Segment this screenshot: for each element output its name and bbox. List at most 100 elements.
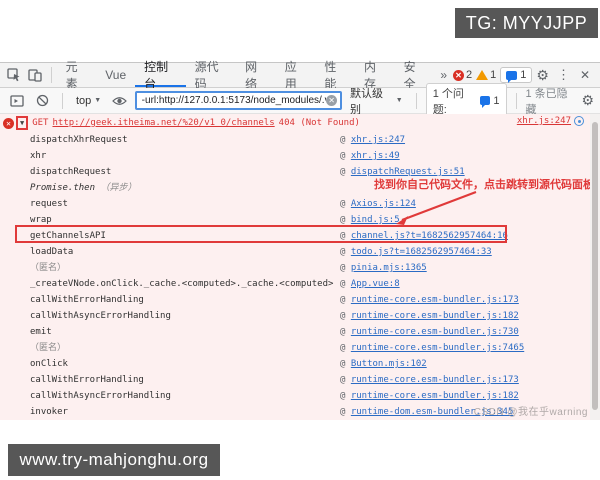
source-link[interactable]: channel.js?t=1682562957464:16 (351, 231, 508, 241)
source-link[interactable]: pinia.mjs:1365 (351, 263, 427, 273)
clear-console-button[interactable] (31, 91, 52, 111)
device-toolbar-button[interactable] (25, 65, 46, 85)
scrollbar[interactable] (590, 114, 600, 420)
warning-icon (476, 70, 488, 80)
toolbar-separator (62, 93, 63, 109)
stack-frame-function: （匿名） (30, 343, 66, 353)
inspect-cursor-icon (7, 68, 21, 82)
stack-frame-function: _createVNode.onClick._cache.<computed>._… (30, 279, 333, 289)
stack-frame-location: @ Button.mjs:102 (340, 356, 427, 372)
close-devtools-icon[interactable]: ✕ (578, 68, 596, 82)
error-source-link[interactable]: xhr.js:247 (517, 116, 571, 126)
tab-application[interactable]: 应用 (276, 63, 316, 87)
tab-sources[interactable]: 源代码 (186, 63, 236, 87)
settings-gear-icon[interactable]: ⚙ (536, 67, 549, 84)
watermark-top-text: TG: MYYJJPP (466, 13, 588, 34)
tab-elements[interactable]: 元素 (57, 63, 97, 87)
annotation-text: 找到你自己代码文件，点击跳转到源代码面板 (374, 176, 594, 192)
chevron-down-icon: ▼ (94, 97, 101, 104)
stack-frame-function: xhr (30, 151, 46, 161)
stack-frame-row: callWithAsyncErrorHandling@ runtime-core… (0, 308, 600, 324)
console-settings-gear-icon[interactable]: ⚙ (581, 92, 594, 109)
source-link[interactable]: Button.mjs:102 (351, 359, 427, 369)
stack-frame-row: callWithErrorHandling@ runtime-core.esm-… (0, 372, 600, 388)
stack-frame-location: @ xhr.js:49 (340, 148, 400, 164)
stack-frame-function: callWithErrorHandling (30, 375, 144, 385)
source-link[interactable]: runtime-core.esm-bundler.js:173 (351, 295, 519, 305)
device-toolbar-icon (28, 68, 42, 82)
stack-frame-row: （匿名）@ pinia.mjs:1365 (0, 260, 600, 276)
source-link[interactable]: runtime-core.esm-bundler.js:730 (351, 327, 519, 337)
at-symbol: @ (340, 391, 351, 401)
page: TG: MYYJJPP 元素Vue控制台源代码网络应用性能内存安全 » (0, 0, 600, 480)
csdn-watermark: CSDN @我在乎warning (474, 403, 588, 418)
filter-input[interactable] (142, 95, 326, 106)
log-level-selector[interactable]: 默认级别 ▼ (346, 85, 407, 117)
error-source: xhr.js:247 (517, 116, 584, 126)
stack-frame-row: emit@ runtime-core.esm-bundler.js:730 (0, 324, 600, 340)
at-symbol: @ (340, 215, 351, 225)
at-symbol: @ (340, 151, 351, 161)
stack-frame-function: emit (30, 327, 52, 337)
source-link[interactable]: runtime-core.esm-bundler.js:182 (351, 311, 519, 321)
async-label: （异步） (95, 183, 136, 193)
at-symbol: @ (340, 263, 351, 273)
source-link[interactable]: runtime-core.esm-bundler.js:173 (351, 375, 519, 385)
error-url-link[interactable]: http://geek.itheima.net/%20/v1_0/channel… (52, 118, 274, 128)
stack-frame-location: @ todo.js?t=1682562957464:33 (340, 244, 492, 260)
stack-frame-location: @ runtime-core.esm-bundler.js:182 (340, 388, 519, 404)
source-link[interactable]: runtime-core.esm-bundler.js:182 (351, 391, 519, 401)
tab-network[interactable]: 网络 (236, 63, 276, 87)
source-link[interactable]: Axios.js:124 (351, 199, 416, 209)
error-count-badge[interactable]: ✕ 2 (453, 69, 472, 81)
more-tabs-button[interactable]: » (434, 68, 453, 82)
context-label: top (76, 95, 91, 107)
stack-frame-row: onClick @ Button.mjs:102 (0, 356, 600, 372)
expander-highlight-box: ▼ (16, 116, 28, 130)
source-link[interactable]: App.vue:8 (351, 279, 400, 289)
source-link[interactable]: runtime-core.esm-bundler.js:7465 (351, 343, 524, 353)
stack-frame-function: onClick (30, 359, 68, 369)
at-symbol: @ (340, 407, 351, 417)
context-selector[interactable]: top ▼ (72, 95, 105, 107)
scrollbar-thumb[interactable] (592, 122, 598, 410)
explain-error-icon[interactable] (574, 116, 584, 126)
warning-count-badge[interactable]: 1 (476, 69, 496, 81)
watermark-bottom-text: www.try-mahjonghu.org (19, 450, 208, 470)
at-symbol: @ (340, 167, 351, 177)
log-level-label: 默认级别 (350, 85, 393, 117)
tab-performance[interactable]: 性能 (315, 63, 355, 87)
source-link[interactable]: xhr.js:49 (351, 151, 400, 161)
devtools-tabbar: 元素Vue控制台源代码网络应用性能内存安全 » ✕ 2 1 1 ⚙ ⋮ ✕ (0, 63, 600, 88)
at-symbol: @ (340, 359, 351, 369)
stack-frame-location: @ channel.js?t=1682562957464:16 (340, 228, 508, 244)
tab-console[interactable]: 控制台 (135, 63, 185, 87)
error-status: 404 (Not Found) (279, 118, 360, 128)
console-sidebar-button[interactable] (6, 91, 27, 111)
expand-triangle-icon[interactable]: ▼ (20, 119, 24, 127)
issues-badge[interactable]: 1 (500, 67, 532, 83)
hidden-messages-label: 1 条已隐藏 (525, 85, 577, 117)
source-link[interactable]: todo.js?t=1682562957464:33 (351, 247, 492, 257)
at-symbol: @ (340, 199, 351, 209)
tab-vue[interactable]: Vue (96, 63, 135, 87)
console-error-row: ✕ ▼ GET http://geek.itheima.net/%20/v1_0… (0, 114, 600, 132)
issues-count: 1 (520, 69, 526, 81)
stack-frame-location: @ runtime-core.esm-bundler.js:173 (340, 292, 519, 308)
toolbar-separator (416, 93, 417, 109)
stack-frame-row: getChannelsAPI@ channel.js?t=16825629574… (0, 228, 600, 244)
source-link[interactable]: xhr.js:247 (351, 135, 405, 145)
watermark-top-right: TG: MYYJJPP (455, 8, 598, 38)
issues-inline-count: 1 (493, 95, 499, 107)
at-symbol: @ (340, 231, 351, 241)
inspect-element-button[interactable] (4, 65, 25, 85)
source-link[interactable]: bind.js:5 (351, 215, 400, 225)
at-symbol: @ (340, 135, 351, 145)
console-output: ✕ ▼ GET http://geek.itheima.net/%20/v1_0… (0, 114, 600, 420)
stack-frame-location: @ Axios.js:124 (340, 196, 416, 212)
devtools-menu-icon[interactable]: ⋮ (553, 67, 574, 83)
status-badges: ✕ 2 1 1 ⚙ ⋮ ✕ (453, 67, 596, 84)
tab-memory[interactable]: 内存 (355, 63, 395, 87)
clear-filter-icon[interactable]: ✕ (326, 95, 337, 106)
live-expression-button[interactable] (109, 91, 130, 111)
